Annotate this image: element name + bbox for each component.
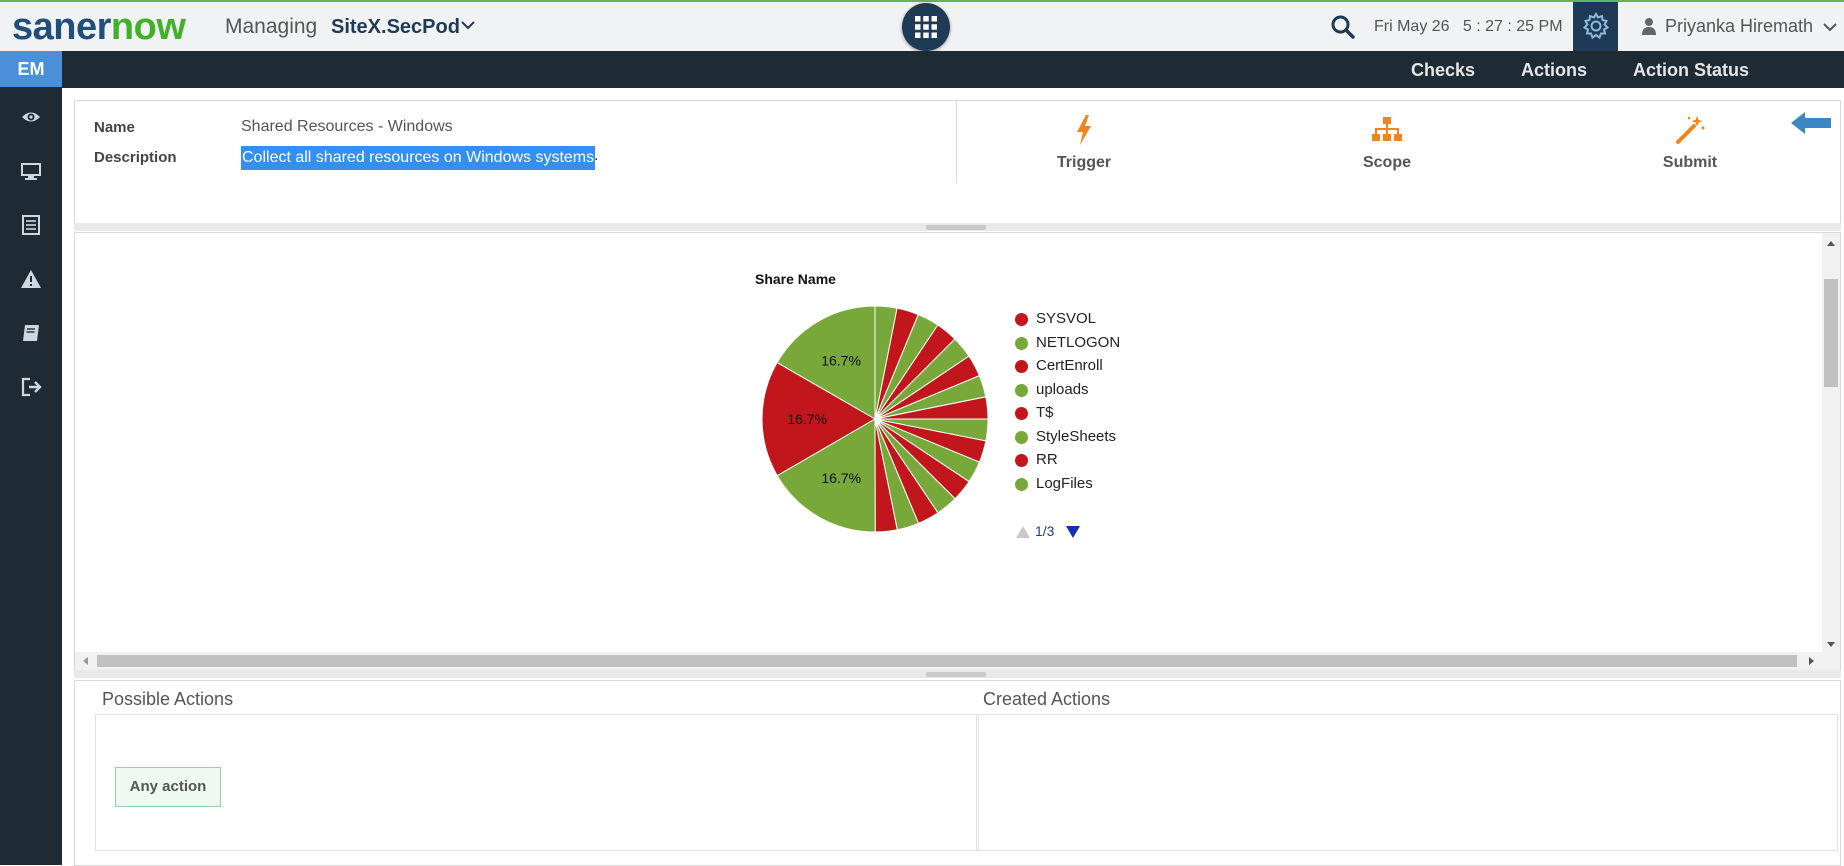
top-bar: sanernow Managing SiteX.SecPod Fri May 2…	[0, 0, 1844, 51]
nav-actions[interactable]: Actions	[1521, 60, 1587, 81]
gear-icon	[1582, 11, 1610, 40]
legend-label: SYSVOL	[1036, 310, 1097, 327]
legend-label: uploads	[1036, 380, 1089, 398]
actions-panel: Possible Actions Any action Created Acti…	[74, 680, 1841, 866]
check-info-panel: Name Shared Resources - Windows Descript…	[74, 100, 1841, 224]
search-icon[interactable]	[1330, 14, 1356, 40]
vertical-scrollbar[interactable]	[1822, 233, 1840, 653]
description-suffix: .	[594, 147, 599, 164]
pie-slice-label: 16.7%	[787, 411, 827, 427]
scroll-right-icon[interactable]	[1804, 652, 1818, 670]
nav-action-status[interactable]: Action Status	[1633, 60, 1749, 81]
user-menu[interactable]: Priyanka Hiremath	[1665, 16, 1813, 37]
logo-part1: saner	[12, 6, 111, 48]
pie-chart[interactable]: 16.7% 16.7% 16.7%	[755, 299, 995, 539]
scroll-down-icon[interactable]	[1822, 637, 1840, 651]
created-actions-body	[976, 714, 1838, 851]
list-icon[interactable]	[20, 214, 42, 236]
scroll-up-icon[interactable]	[1822, 237, 1840, 251]
legend-label: RR	[1036, 451, 1058, 468]
nav-bar: Checks Actions Action Status	[62, 51, 1844, 88]
legend-swatch	[1015, 477, 1028, 491]
legend-label: NETLOGON	[1036, 333, 1121, 351]
created-actions-box: Created Actions	[976, 681, 1838, 851]
horizontal-scrollbar[interactable]	[75, 652, 1840, 670]
settings-button[interactable]	[1573, 2, 1618, 51]
any-action-button[interactable]: Any action	[115, 767, 221, 807]
scope-button[interactable]: Scope	[1327, 114, 1447, 172]
em-badge[interactable]: EM	[0, 51, 62, 87]
scope-label: Scope	[1362, 154, 1411, 171]
book-icon[interactable]	[20, 322, 42, 344]
page-up-icon[interactable]	[1015, 525, 1031, 539]
datetime-display: Fri May 26 5 : 27 : 25 PM	[1374, 18, 1563, 35]
legend-swatch	[1015, 313, 1028, 326]
description-value: Collect all shared resources on Windows …	[241, 146, 596, 170]
eye-icon[interactable]	[20, 106, 42, 128]
legend-swatch	[1015, 430, 1028, 444]
trigger-button[interactable]: Trigger	[1024, 114, 1144, 172]
chart-title: Share Name	[755, 271, 836, 287]
pie-slice-label: 16.7%	[821, 352, 861, 368]
description-label: Description	[94, 149, 177, 166]
left-sidebar: EM	[0, 51, 62, 865]
possible-actions-body: Any action	[95, 714, 979, 851]
created-actions-title: Created Actions	[983, 689, 1111, 709]
pie-slice-label: 16.7%	[821, 470, 861, 486]
monitor-icon[interactable]	[20, 160, 42, 182]
legend-label: LogFiles	[1036, 474, 1093, 492]
possible-actions-title: Possible Actions	[102, 689, 234, 709]
logout-icon[interactable]	[20, 376, 42, 398]
name-value: Shared Resources - Windows	[241, 118, 453, 135]
horizontal-scroll-thumb[interactable]	[97, 655, 1797, 667]
user-icon	[1642, 18, 1656, 35]
legend-label: T$	[1036, 404, 1054, 421]
managing-label: Managing	[225, 15, 318, 38]
scroll-left-icon[interactable]	[79, 652, 93, 670]
possible-actions-box: Possible Actions Any action	[95, 681, 979, 851]
nav-checks[interactable]: Checks	[1411, 60, 1475, 81]
site-selector[interactable]: SiteX.SecPod	[331, 16, 460, 39]
submit-label: Submit	[1662, 154, 1718, 171]
splitter-handle[interactable]	[926, 225, 986, 230]
sanernow-logo[interactable]: sanernow	[12, 6, 186, 48]
hierarchy-icon	[1372, 117, 1402, 141]
trigger-label: Trigger	[1056, 154, 1112, 171]
apps-grid-button[interactable]	[902, 3, 950, 51]
name-label: Name	[94, 119, 135, 136]
apps-grid-icon	[915, 16, 937, 38]
legend-label: CertEnroll	[1036, 357, 1103, 374]
legend-swatch	[1015, 336, 1028, 350]
legend-swatch	[1015, 360, 1028, 373]
chevron-down-icon[interactable]	[1822, 19, 1838, 35]
legend-page-indicator: 1/3	[1035, 523, 1055, 539]
page-down-icon[interactable]	[1065, 525, 1081, 539]
submit-button[interactable]: Submit	[1630, 114, 1750, 172]
legend-label: StyleSheets	[1036, 427, 1117, 445]
back-arrow-icon[interactable]	[1790, 111, 1832, 135]
divider	[956, 101, 957, 183]
legend-swatch	[1015, 407, 1028, 420]
chart-panel: Share Name 16.7% 16.7% 16.7% SYSVOL NETLOGO…	[74, 232, 1841, 671]
lightning-icon	[1077, 115, 1091, 145]
warning-icon[interactable]	[20, 268, 42, 290]
legend-swatch	[1015, 383, 1028, 397]
chevron-down-icon[interactable]	[459, 16, 477, 34]
magic-wand-icon	[1676, 116, 1705, 144]
legend-swatch	[1015, 454, 1028, 467]
splitter-handle[interactable]	[926, 672, 986, 677]
vertical-scroll-thumb[interactable]	[1824, 279, 1838, 387]
logo-part2: now	[110, 6, 186, 48]
